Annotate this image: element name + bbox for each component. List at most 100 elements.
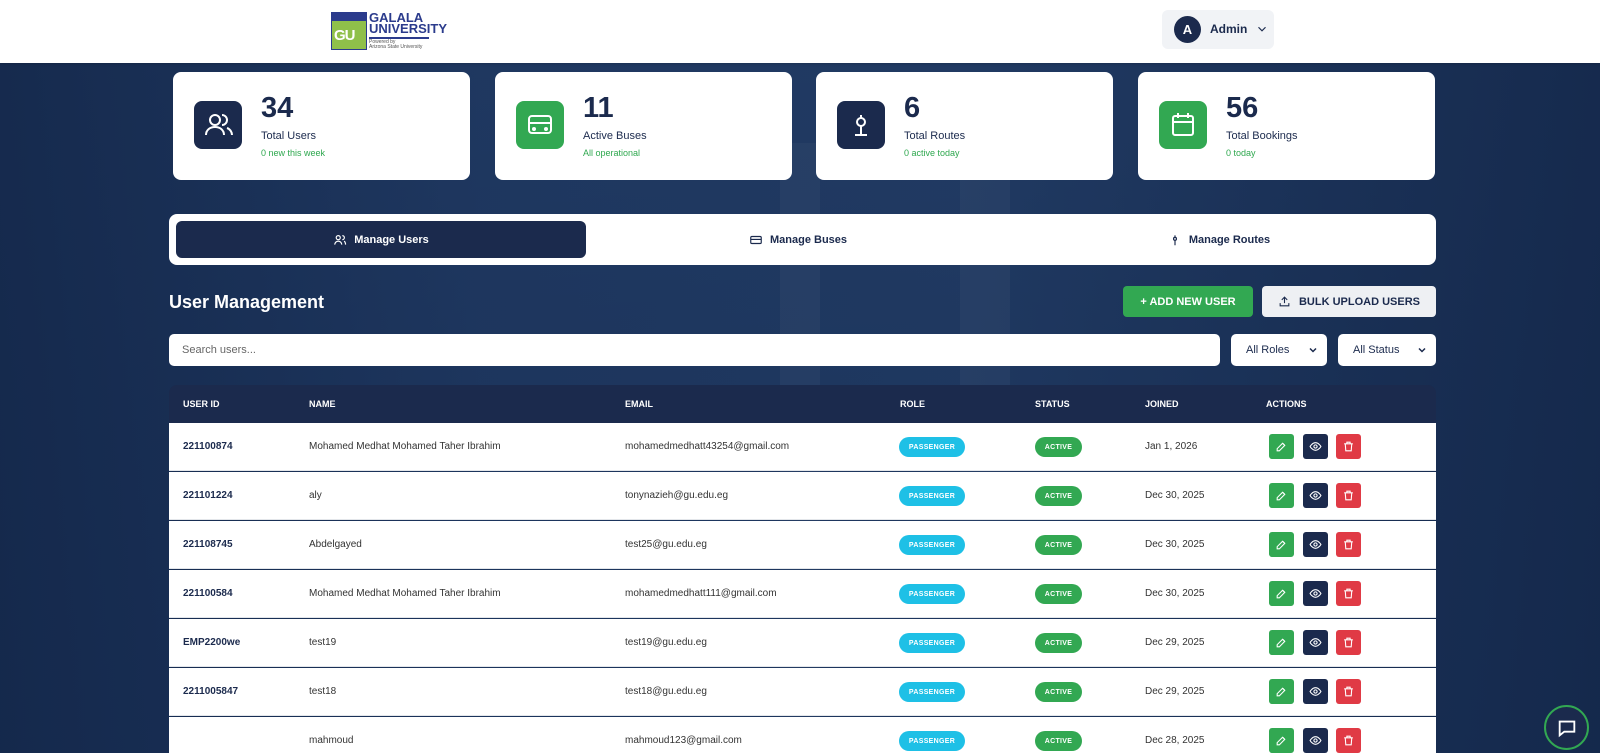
eye-icon xyxy=(1309,736,1322,745)
admin-menu[interactable]: A Admin xyxy=(1162,10,1274,49)
search-input[interactable] xyxy=(169,334,1220,366)
stat-sub: 0 today xyxy=(1226,148,1256,158)
status-badge: ACTIVE xyxy=(1035,584,1082,604)
logo-asu: Arizona State University xyxy=(369,44,423,50)
email-cell: mohamedmedhatt43254@gmail.com xyxy=(625,441,790,452)
view-user-button[interactable] xyxy=(1303,728,1328,753)
email-cell: mohamedmedhatt111@gmail.com xyxy=(625,588,777,599)
tab-manage-buses[interactable]: Manage Buses xyxy=(593,221,1003,258)
route-pin-icon xyxy=(1172,234,1177,245)
top-navbar: GU GALALA UNIVERSITY Powered by Arizona … xyxy=(0,0,1600,63)
view-user-button[interactable] xyxy=(1303,630,1328,655)
delete-user-button[interactable] xyxy=(1336,483,1361,508)
delete-user-button[interactable] xyxy=(1336,532,1361,557)
name-cell: aly xyxy=(309,490,322,501)
name-cell: test18 xyxy=(309,686,337,697)
delete-user-button[interactable] xyxy=(1336,679,1361,704)
edit-user-button[interactable] xyxy=(1269,630,1294,655)
role-badge: PASSENGER xyxy=(899,731,965,751)
name-cell: Abdelgayed xyxy=(309,539,362,550)
avatar: A xyxy=(1174,16,1201,43)
col-email: EMAIL xyxy=(625,399,653,409)
stat-sub: All operational xyxy=(583,148,641,158)
role-badge: PASSENGER xyxy=(899,437,965,457)
stat-value: 56 xyxy=(1226,92,1259,124)
upload-icon xyxy=(1279,296,1290,307)
status-filter-value: All Status xyxy=(1353,344,1400,356)
status-filter-select[interactable]: All Status xyxy=(1338,334,1436,366)
user-id-cell: 221101224 xyxy=(183,490,233,501)
role-badge: PASSENGER xyxy=(899,486,965,506)
eye-icon xyxy=(1309,687,1322,696)
eye-icon xyxy=(1309,540,1322,549)
tab-label: Manage Buses xyxy=(769,233,848,246)
view-user-button[interactable] xyxy=(1303,434,1328,459)
stat-sub: 0 new this week xyxy=(261,148,326,158)
delete-user-button[interactable] xyxy=(1336,581,1361,606)
name-cell: Mohamed Medhat Mohamed Taher Ibrahim xyxy=(309,441,501,452)
view-user-button[interactable] xyxy=(1303,532,1328,557)
chevron-down-icon xyxy=(1258,26,1266,32)
delete-user-button[interactable] xyxy=(1336,630,1361,655)
name-cell: Mohamed Medhat Mohamed Taher Ibrahim xyxy=(309,588,501,599)
chevron-down-icon xyxy=(1309,347,1317,353)
stat-value: 11 xyxy=(583,92,614,124)
email-cell: tonynazieh@gu.edu.eg xyxy=(625,490,729,501)
user-id-cell: EMP2200we xyxy=(183,637,241,648)
roles-filter-select[interactable]: All Roles xyxy=(1231,334,1327,366)
col-user-id: USER ID xyxy=(183,399,220,409)
galala-university-logo[interactable]: GU GALALA UNIVERSITY Powered by Arizona … xyxy=(331,11,447,50)
edit-icon xyxy=(1276,540,1286,550)
users-icon xyxy=(194,101,242,149)
trash-icon xyxy=(1344,588,1353,599)
edit-user-button[interactable] xyxy=(1269,483,1294,508)
trash-icon xyxy=(1344,441,1353,452)
status-badge: ACTIVE xyxy=(1035,437,1082,457)
edit-user-button[interactable] xyxy=(1269,434,1294,459)
bus-icon xyxy=(750,235,762,244)
role-badge: PASSENGER xyxy=(899,535,965,555)
status-badge: ACTIVE xyxy=(1035,486,1082,506)
users-icon xyxy=(334,234,347,245)
col-status: STATUS xyxy=(1035,399,1070,409)
table-row: 221108745 Abdelgayed test25@gu.edu.eg PASSE… xyxy=(169,521,1436,569)
tab-manage-routes[interactable]: Manage Routes xyxy=(1014,221,1424,258)
edit-user-button[interactable] xyxy=(1269,728,1294,753)
status-badge: ACTIVE xyxy=(1035,682,1082,702)
view-user-button[interactable] xyxy=(1303,679,1328,704)
trash-icon xyxy=(1344,735,1353,746)
eye-icon xyxy=(1309,589,1322,598)
edit-user-button[interactable] xyxy=(1269,581,1294,606)
table-row: EMP2200we test19 test19@gu.edu.eg PASSENGER… xyxy=(169,619,1436,667)
stat-card-total-routes: 6 Total Routes 0 active today xyxy=(816,72,1113,180)
eye-icon xyxy=(1309,442,1322,451)
roles-filter-value: All Roles xyxy=(1246,344,1290,356)
delete-user-button[interactable] xyxy=(1336,434,1361,459)
delete-user-button[interactable] xyxy=(1336,728,1361,753)
management-tabs: Manage Users Manage Buses Manage Routes xyxy=(169,214,1436,265)
status-badge: ACTIVE xyxy=(1035,731,1082,751)
bulk-upload-users-button[interactable]: BULK UPLOAD USERS xyxy=(1262,286,1436,317)
joined-cell: Dec 28, 2025 xyxy=(1145,735,1205,746)
view-user-button[interactable] xyxy=(1303,581,1328,606)
edit-icon xyxy=(1276,589,1286,599)
user-id-cell: 221100584 xyxy=(183,588,233,599)
joined-cell: Dec 29, 2025 xyxy=(1145,686,1205,697)
view-user-button[interactable] xyxy=(1303,483,1328,508)
joined-cell: Dec 29, 2025 xyxy=(1145,637,1205,648)
role-badge: PASSENGER xyxy=(899,584,965,604)
edit-user-button[interactable] xyxy=(1269,532,1294,557)
tab-label: Manage Users xyxy=(354,233,429,246)
edit-user-button[interactable] xyxy=(1269,679,1294,704)
user-id-cell: 221108745 xyxy=(183,539,233,550)
eye-icon xyxy=(1309,491,1322,500)
logo-mark: GU xyxy=(331,12,367,50)
col-name: NAME xyxy=(309,399,336,409)
stat-label: Total Bookings xyxy=(1226,130,1298,142)
tab-manage-users[interactable]: Manage Users xyxy=(176,221,586,258)
email-cell: mahmoud123@gmail.com xyxy=(625,735,742,746)
stat-card-active-buses: 11 Active Buses All operational xyxy=(495,72,792,180)
add-new-user-button[interactable]: + ADD NEW USER xyxy=(1123,286,1253,317)
chat-button[interactable] xyxy=(1544,705,1589,750)
email-cell: test25@gu.edu.eg xyxy=(625,539,707,550)
